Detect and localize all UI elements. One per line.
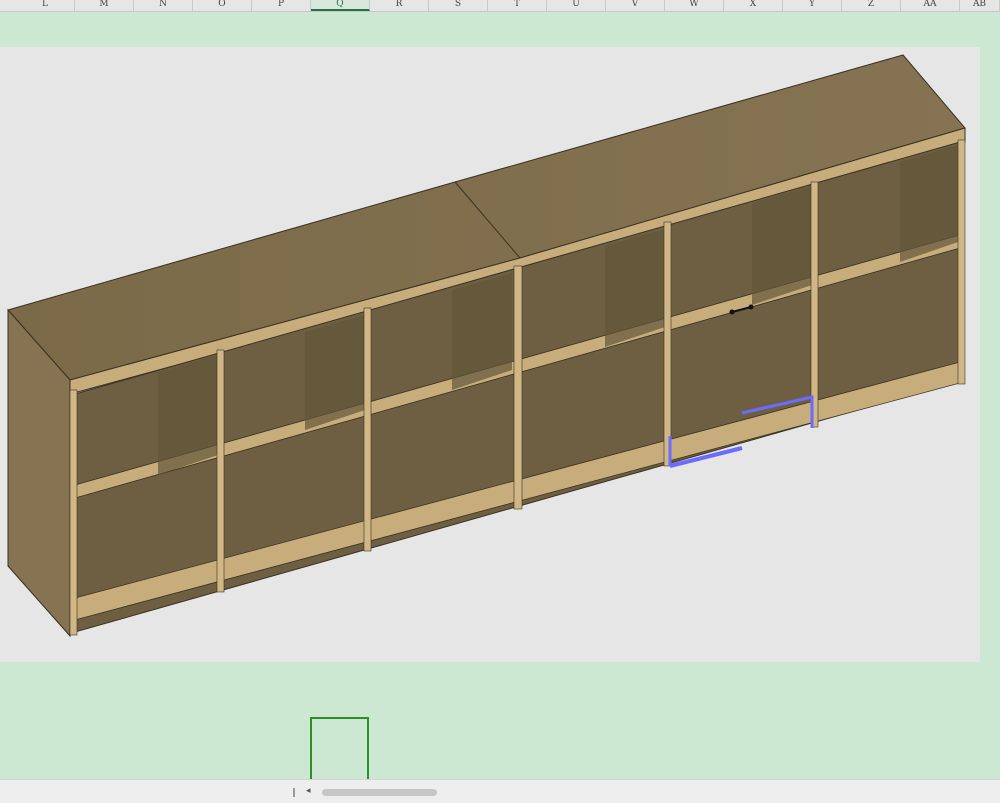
column-header-W[interactable]: W (665, 0, 724, 11)
column-header-V[interactable]: V (606, 0, 665, 11)
scroll-thumb[interactable] (322, 789, 437, 796)
embedded-picture-shelf-render[interactable] (0, 47, 980, 662)
column-header-L[interactable]: L (16, 0, 75, 11)
column-header-R[interactable]: R (370, 0, 429, 11)
column-header-O[interactable]: O (193, 0, 252, 11)
column-header-S[interactable]: S (429, 0, 488, 11)
column-header-Q[interactable]: Q (311, 0, 370, 11)
scroll-left-arrow-icon[interactable]: ◂ (306, 785, 311, 797)
column-header-bar: L M N O P Q R S T U V W X Y Z AA AB (0, 0, 1000, 12)
selected-cell[interactable] (310, 717, 369, 779)
column-header-Y[interactable]: Y (783, 0, 842, 11)
shelf-render-graphic (7, 54, 966, 638)
column-header-X[interactable]: X (724, 0, 783, 11)
column-header-T[interactable]: T (488, 0, 547, 11)
column-header-N[interactable]: N (134, 0, 193, 11)
split-handle[interactable] (293, 788, 295, 797)
column-header-AA[interactable]: AA (901, 0, 960, 11)
column-header-AB[interactable]: AB (960, 0, 1000, 11)
column-header-P[interactable]: P (252, 0, 311, 11)
column-header-M[interactable]: M (75, 0, 134, 11)
column-header-U[interactable]: U (547, 0, 606, 11)
horizontal-scrollbar: ◂ (0, 779, 1000, 803)
column-header-Z[interactable]: Z (842, 0, 901, 11)
